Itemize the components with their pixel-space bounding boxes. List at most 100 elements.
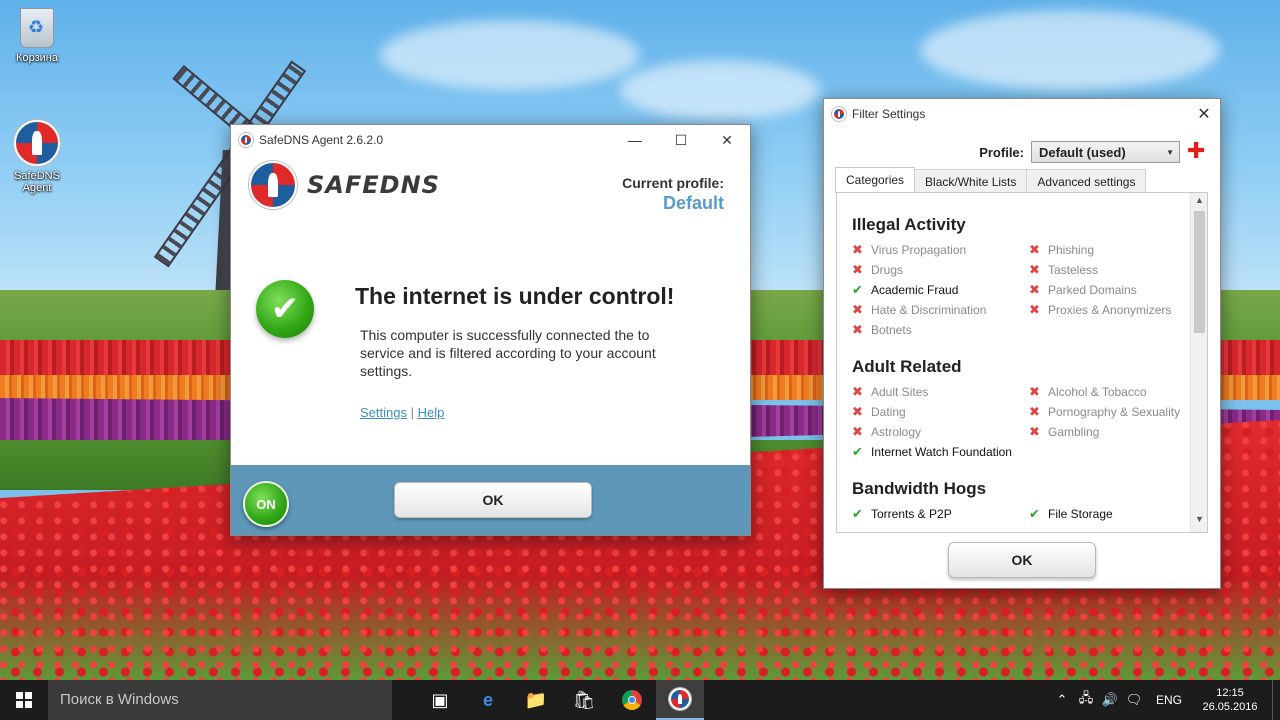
category-item-label: Drugs: [871, 263, 904, 277]
network-icon[interactable]: 🖧: [1074, 689, 1098, 711]
chevron-up-icon[interactable]: ⌃: [1050, 692, 1074, 708]
category-item[interactable]: ✖ Virus Propagation: [852, 242, 1029, 258]
checkmark-icon: ✔: [852, 444, 863, 459]
window-title: SafeDNS Agent 2.6.2.0: [259, 133, 384, 147]
category-item-label: Gambling: [1048, 425, 1100, 439]
system-tray: ⌃ 🖧 🔊 🗨 ENG 12:15 26.05.2016: [1050, 680, 1280, 720]
chrome-icon[interactable]: [608, 680, 656, 720]
edge-browser-icon[interactable]: e: [464, 680, 512, 720]
category-item-label: Internet Watch Foundation: [871, 445, 1012, 459]
wallpaper-cloud: [620, 60, 820, 120]
category-item[interactable]: ✖ Pornography & Sexuality: [1029, 404, 1199, 420]
show-desktop-button[interactable]: [1272, 680, 1280, 720]
category-item[interactable]: ✖ Dating: [852, 404, 1029, 420]
category-group-title: Adult Related: [852, 357, 962, 376]
vertical-scrollbar[interactable]: ▲ ▼: [1190, 193, 1207, 532]
category-item[interactable]: ✖ Hate & Discrimination: [852, 302, 1029, 318]
category-item-label: Phishing: [1048, 243, 1095, 257]
cross-icon: ✖: [852, 322, 863, 337]
category-item-label: Astrology: [871, 425, 922, 439]
clock[interactable]: 12:15 26.05.2016: [1192, 686, 1268, 714]
start-button[interactable]: [0, 680, 48, 720]
close-button[interactable]: ✕: [704, 125, 750, 155]
category-item[interactable]: ✖ Alcohol & Tobacco: [1029, 384, 1199, 400]
safedns-taskbar-icon[interactable]: [656, 680, 704, 720]
cross-icon: ✖: [852, 302, 863, 317]
safedns-logo-icon: [239, 133, 253, 147]
cross-icon: ✖: [852, 242, 863, 257]
category-item[interactable]: ✖ Proxies & Anonymizers: [1029, 302, 1199, 318]
category-item-label: Alcohol & Tobacco: [1048, 385, 1147, 399]
category-group-title: Bandwidth Hogs: [852, 479, 987, 498]
safedns-logo-icon: [14, 120, 60, 166]
category-item-label: Virus Propagation: [871, 243, 967, 257]
cross-icon: ✖: [1029, 404, 1040, 419]
scrollbar-thumb[interactable]: [1194, 211, 1205, 333]
category-item[interactable]: ✖ Botnets: [852, 322, 1029, 338]
category-item-label: Adult Sites: [871, 385, 929, 399]
cross-icon: ✖: [852, 262, 863, 277]
ok-button[interactable]: OK: [394, 482, 592, 518]
category-item-label: Tasteless: [1048, 263, 1099, 277]
brand-wordmark: SAFEDNS: [307, 171, 440, 199]
agent-footer: ON OK: [231, 465, 750, 535]
help-link[interactable]: Help: [418, 405, 445, 420]
desktop-icon-recycle-bin[interactable]: Корзина: [2, 8, 72, 64]
profile-label: Profile:: [979, 145, 1024, 160]
filter-settings-window: Filter Settings ✕ Profile: Default (used…: [823, 98, 1221, 589]
protection-toggle-button[interactable]: ON: [243, 481, 289, 527]
category-group: Illegal Activity ✖ Virus Propagation ✖ Phis…: [852, 215, 1192, 338]
clock-date: 26.05.2016: [1202, 701, 1258, 713]
category-item[interactable]: ✖ Adult Sites: [852, 384, 1029, 400]
store-icon[interactable]: 🛍: [560, 680, 608, 720]
current-profile-label: Current profile:: [622, 175, 724, 191]
add-profile-icon[interactable]: ✚: [1187, 140, 1207, 162]
language-indicator[interactable]: ENG: [1146, 693, 1192, 707]
ok-button[interactable]: OK: [948, 542, 1096, 578]
category-item[interactable]: ✔ Torrents & P2P: [852, 506, 1029, 522]
checkmark-icon: ✔: [256, 280, 314, 338]
category-group: Adult Related ✖ Adult Sites ✖ Alcohol & Tob…: [852, 357, 1192, 460]
category-item[interactable]: ✖ Astrology: [852, 424, 1029, 440]
profile-select[interactable]: Default (used) ▼: [1031, 141, 1180, 163]
links-row: Settings | Help: [360, 405, 444, 420]
category-item[interactable]: ✖ Drugs: [852, 262, 1029, 278]
maximize-button[interactable]: ☐: [658, 125, 704, 155]
category-item[interactable]: ✔ Academic Fraud: [852, 282, 1029, 298]
minimize-button[interactable]: —: [612, 125, 658, 155]
tab-black-white-lists[interactable]: Black/White Lists: [914, 169, 1028, 193]
profile-select-value: Default (used): [1039, 145, 1126, 160]
scroll-down-icon[interactable]: ▼: [1191, 514, 1207, 530]
category-item-label: Academic Fraud: [871, 283, 959, 297]
settings-link[interactable]: Settings: [360, 405, 407, 420]
scroll-up-icon[interactable]: ▲: [1191, 195, 1207, 211]
window-titlebar[interactable]: Filter Settings ✕: [824, 99, 1220, 129]
taskbar-search-input[interactable]: Поиск в Windows: [48, 680, 392, 720]
category-item[interactable]: ✖ Parked Domains: [1029, 282, 1199, 298]
tab-advanced-settings[interactable]: Advanced settings: [1026, 169, 1147, 193]
window-titlebar[interactable]: SafeDNS Agent 2.6.2.0 — ☐ ✕: [231, 125, 750, 155]
category-item[interactable]: ✖ Phishing: [1029, 242, 1199, 258]
close-button[interactable]: ✕: [1188, 99, 1220, 129]
category-item-label: Pornography & Sexuality: [1048, 405, 1181, 419]
file-explorer-icon[interactable]: 📁: [512, 680, 560, 720]
cross-icon: ✖: [1029, 242, 1040, 257]
cross-icon: ✖: [1029, 384, 1040, 399]
cross-icon: ✖: [852, 384, 863, 399]
task-view-icon[interactable]: ▣: [416, 680, 464, 720]
category-item[interactable]: ✔ Internet Watch Foundation: [852, 444, 1029, 460]
volume-icon[interactable]: 🔊: [1098, 692, 1122, 708]
desktop-icon-safedns-agent[interactable]: SafeDNS Agent: [2, 120, 72, 194]
category-item[interactable]: ✔ File Storage: [1029, 506, 1199, 522]
category-item[interactable]: ✖ Gambling: [1029, 424, 1199, 440]
category-item[interactable]: ✖ Tasteless: [1029, 262, 1199, 278]
category-item-label: Botnets: [871, 323, 912, 337]
tab-bar: Categories Black/White Lists Advanced se…: [835, 167, 1147, 193]
desktop-icon-label: Корзина: [16, 52, 58, 64]
cross-icon: ✖: [852, 424, 863, 439]
status-description: This computer is successfully connected …: [360, 327, 656, 379]
checkmark-icon: ✔: [852, 506, 863, 521]
tab-categories[interactable]: Categories: [835, 167, 916, 193]
category-item-label: Dating: [871, 405, 906, 419]
notifications-icon[interactable]: 🗨: [1122, 692, 1146, 708]
